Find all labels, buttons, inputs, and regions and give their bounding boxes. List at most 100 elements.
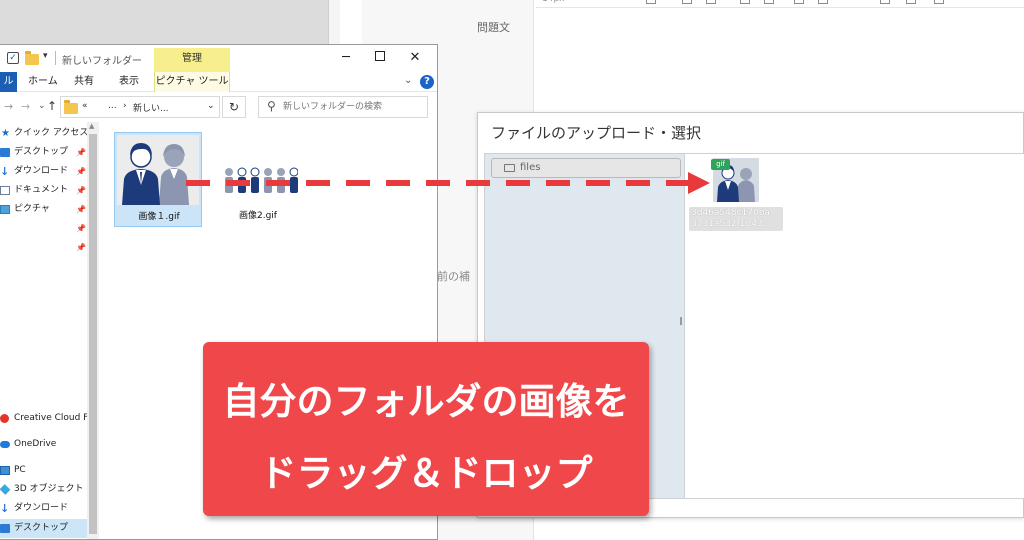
star-icon: ★ <box>1 128 10 139</box>
path-separator-icon: › <box>123 101 127 111</box>
address-bar-row: → → ⌄ ↑ « ... › 新しい... ⌄ ↻ ⚲ <box>0 92 437 122</box>
nav-label: デスクトップ <box>14 523 69 533</box>
preview-icon[interactable] <box>764 0 774 4</box>
forward-arrow-icon[interactable]: → <box>21 100 30 113</box>
font-size-select[interactable]: 14px <box>542 0 565 4</box>
maximize-icon <box>375 51 385 61</box>
search-box[interactable]: ⚲ <box>258 96 428 118</box>
back-arrow-icon[interactable]: → <box>4 100 13 113</box>
folder-icon <box>64 100 78 114</box>
recent-locations-chevron-icon[interactable]: ⌄ <box>38 101 46 111</box>
instruction-callout: 自分のフォルダの画像を ドラッグ＆ドロップ <box>203 342 649 516</box>
editor-toolbar: 14px <box>536 0 1024 8</box>
search-icon: ⚲ <box>267 99 276 113</box>
nav-onedrive[interactable]: OneDrive <box>0 435 87 454</box>
pin-icon: 📌 <box>76 148 86 157</box>
path-segment-current[interactable]: 新しい... <box>133 101 169 114</box>
quick-access-dropdown-icon[interactable]: ▾ <box>43 51 48 61</box>
nav-pc[interactable]: PC <box>0 461 87 480</box>
underline-icon[interactable] <box>646 0 656 4</box>
explorer-titlebar: ✓ ▾ 新しいフォルダー 管理 ─ ✕ <box>0 45 437 72</box>
tab-file[interactable]: ル <box>0 72 17 92</box>
pin-icon: 📌 <box>76 205 86 214</box>
file-name-line2: 3731a532f1d43... <box>691 219 772 229</box>
save-icon[interactable] <box>880 0 890 4</box>
manage-tab[interactable]: 管理 <box>154 48 230 72</box>
cube-icon <box>0 484 11 495</box>
ribbon-expand-chevron-icon[interactable]: ⌄ <box>404 75 412 86</box>
image-icon[interactable] <box>682 0 692 4</box>
download-icon: ↓ <box>0 165 10 178</box>
nav-desktop[interactable]: デスクトップ 📌 <box>0 143 87 162</box>
navigation-pane: ★ クイック アクセス デスクトップ 📌 ↓ ダウンロード 📌 ドキュメント 📌 ピクチャ… <box>0 122 87 539</box>
callout-text-line1: 自分のフォルダの画像を <box>222 380 630 423</box>
tab-share[interactable]: 共有 <box>74 72 94 92</box>
minimize-button[interactable]: ─ <box>329 45 363 72</box>
nav-desktop-pc[interactable]: デスクトップ <box>0 519 87 538</box>
nav-label: クイック アクセス <box>14 128 87 138</box>
question-field-label: 問題文 <box>477 21 510 34</box>
maximize-button[interactable] <box>363 45 397 72</box>
titlebar-separator <box>55 51 56 65</box>
dialog-title: ファイルのアップロード・選択 <box>491 124 702 142</box>
creative-cloud-icon <box>0 414 9 423</box>
help-icon[interactable]: ? <box>420 75 434 89</box>
pin-icon: 📌 <box>76 186 86 195</box>
nav-documents[interactable]: ドキュメント 📌 <box>0 181 87 200</box>
nav-pinned-2[interactable]: 📌 <box>0 238 87 257</box>
nav-label: ドキュメント <box>14 185 69 195</box>
nav-downloads-pc[interactable]: ↓ ダウンロード <box>0 499 87 518</box>
nav-pinned-1[interactable]: 📌 <box>0 219 87 238</box>
path-overflow[interactable]: « <box>82 101 88 111</box>
new-folder-icon[interactable] <box>25 51 39 65</box>
folder-icon <box>504 164 515 172</box>
pane-resize-handle[interactable]: ‖ <box>679 316 683 325</box>
nav-label: ダウンロード <box>14 166 69 176</box>
refresh-button[interactable]: ↻ <box>222 96 246 118</box>
nav-label: 3D オブジェクト <box>14 484 84 494</box>
address-path[interactable]: « ... › 新しい... ⌄ <box>60 96 220 118</box>
list-icon[interactable] <box>794 0 804 4</box>
nav-3d-objects[interactable]: 3D オブジェクト <box>0 480 87 499</box>
upload-icon[interactable] <box>906 0 916 4</box>
picture-icon <box>0 205 10 214</box>
gif-badge: gif <box>711 159 730 170</box>
scrollbar-thumb[interactable] <box>89 134 97 534</box>
nav-label: デスクトップ <box>14 147 69 157</box>
hint-field-label: 前の補 <box>437 270 470 283</box>
scroll-up-icon[interactable]: ▲ <box>89 122 94 130</box>
pin-icon: 📌 <box>76 167 86 176</box>
tab-home[interactable]: ホーム <box>28 72 58 92</box>
path-dropdown-icon[interactable]: ⌄ <box>207 101 215 111</box>
uploaded-file-name: 3d46a548c170ba 3731a532f1d43... <box>689 207 783 231</box>
tab-picture-tools[interactable]: ピクチャ ツール <box>154 72 230 92</box>
nav-pictures[interactable]: ピクチャ 📌 <box>0 200 87 219</box>
file-name: 画像2.gif <box>239 211 277 221</box>
navigation-scrollbar[interactable]: ▲ <box>87 122 99 539</box>
nav-downloads[interactable]: ↓ ダウンロード 📌 <box>0 162 87 181</box>
close-button[interactable]: ✕ <box>398 45 432 72</box>
properties-icon[interactable]: ✓ <box>7 52 19 64</box>
nav-quick-access[interactable]: ★ クイック アクセス <box>0 124 87 143</box>
up-arrow-icon[interactable]: ↑ <box>47 99 57 113</box>
download-icon: ↓ <box>0 502 10 515</box>
table-icon[interactable] <box>818 0 828 4</box>
desktop-icon <box>0 524 10 533</box>
nav-label: OneDrive <box>14 439 57 449</box>
format-icon[interactable] <box>934 0 944 4</box>
pc-icon <box>0 466 10 475</box>
ribbon-tabs: ル ホーム 共有 表示 ピクチャ ツール ⌄ ? <box>0 72 437 92</box>
pin-icon: 📌 <box>76 224 86 233</box>
code-icon[interactable] <box>740 0 750 4</box>
path-segment-ellipsis[interactable]: ... <box>108 101 117 111</box>
desktop-icon <box>0 148 10 157</box>
search-input[interactable] <box>283 100 423 114</box>
nav-creative-cloud[interactable]: Creative Cloud File <box>0 409 87 428</box>
link-icon[interactable] <box>706 0 716 4</box>
drag-direction-arrow <box>186 172 710 194</box>
nav-label: PC <box>14 465 26 475</box>
nav-label: ダウンロード <box>14 503 69 513</box>
tab-view[interactable]: 表示 <box>119 72 139 92</box>
nav-label: ピクチャ <box>14 204 50 214</box>
file-name-line1: 3d46a548c170ba <box>691 208 770 218</box>
